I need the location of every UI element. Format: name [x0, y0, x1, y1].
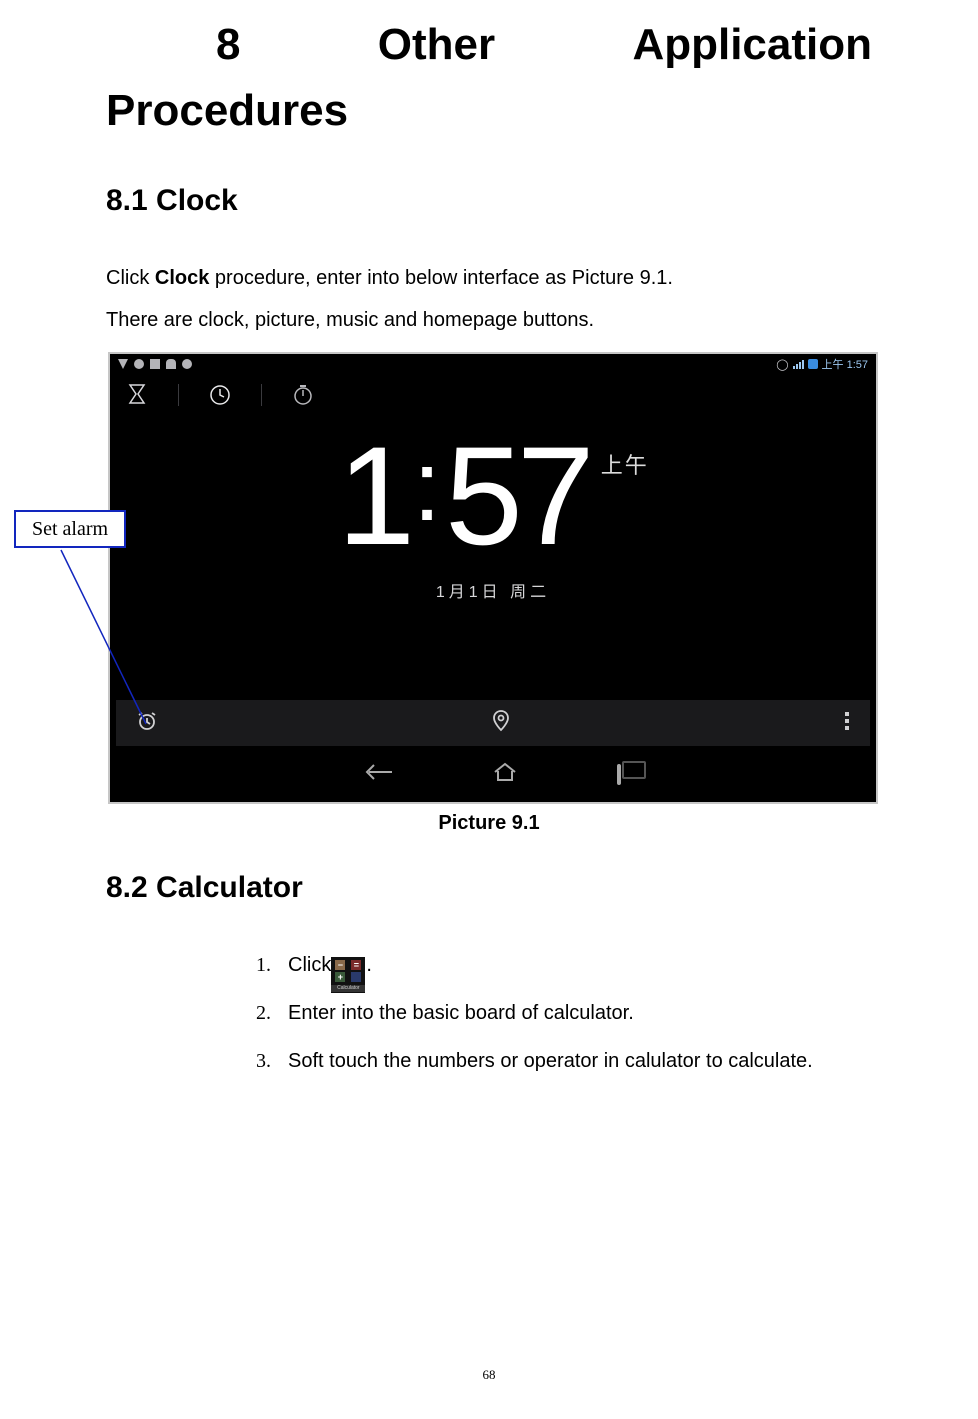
- clock-tab-icon[interactable]: [203, 378, 237, 412]
- recent-apps-icon[interactable]: [617, 766, 621, 784]
- android-nav-bar: [112, 750, 874, 800]
- signal-icon: [793, 359, 804, 369]
- clock-minute: 57: [445, 426, 589, 566]
- list-item: 2. Enter into the basic board of calcula…: [256, 993, 872, 1033]
- calculator-steps: 1. Click −= + Calculator . 2. Enter into…: [256, 945, 872, 1081]
- step-text: Click: [288, 954, 331, 976]
- step-number: 2.: [256, 993, 288, 1033]
- stopwatch-tab-icon[interactable]: [286, 378, 320, 412]
- clock-date: 1月1日 周二: [436, 578, 550, 602]
- calculator-icon-label: Calculator: [331, 985, 365, 992]
- clock-paragraph-1: Click Clock procedure, enter into below …: [106, 258, 872, 298]
- clock-hour: 1: [337, 426, 409, 566]
- status-icon: [182, 359, 192, 369]
- text-fragment: procedure, enter into below interface as…: [209, 267, 673, 289]
- list-item: 3. Soft touch the numbers or operator in…: [256, 1041, 872, 1081]
- chapter-heading-line2: Procedures: [106, 78, 872, 144]
- alarm-icon[interactable]: [136, 710, 158, 737]
- clock-paragraph-2: There are clock, picture, music and home…: [106, 300, 872, 340]
- status-icon: [150, 359, 160, 369]
- step-number: 3.: [256, 1041, 288, 1081]
- tab-separator: [261, 384, 262, 406]
- page-number: 68: [483, 1367, 496, 1383]
- android-status-bar: ◯ 上午 1:57: [112, 356, 874, 372]
- battery-icon: [808, 359, 818, 369]
- figure-screenshot: ◯ 上午 1:57: [108, 352, 878, 804]
- chapter-heading-line1: 8 Other Application: [106, 12, 872, 78]
- calculator-app-icon: −= + Calculator: [331, 957, 365, 993]
- list-item: 1. Click −= + Calculator .: [256, 945, 872, 985]
- clock-ampm: 上午: [601, 448, 649, 480]
- step-text: .: [366, 954, 372, 976]
- status-icon: [134, 359, 144, 369]
- clock-bottom-toolbar: [116, 700, 870, 746]
- clock-colon: :: [409, 426, 445, 546]
- step-number: 1.: [256, 945, 288, 985]
- headphone-icon: ◯: [776, 358, 788, 371]
- back-icon[interactable]: [365, 763, 393, 787]
- clock-time-display: 1 : 57 上午: [337, 426, 648, 566]
- status-icon: [118, 359, 128, 369]
- overflow-menu-icon[interactable]: [844, 711, 850, 736]
- clock-bold-word: Clock: [155, 267, 209, 289]
- status-icon: [166, 359, 176, 369]
- set-alarm-callout: Set alarm: [14, 510, 126, 548]
- location-icon[interactable]: [493, 710, 509, 737]
- callout-label: Set alarm: [32, 518, 108, 541]
- clock-tabs: [120, 378, 320, 412]
- chapter-word-application: Application: [632, 12, 872, 78]
- section-calculator-title: 8.2 Calculator: [106, 871, 872, 905]
- home-icon[interactable]: [493, 762, 517, 788]
- step-text: Enter into the basic board of calculator…: [288, 993, 634, 1033]
- statusbar-time: 上午 1:57: [822, 356, 868, 372]
- step-text: Soft touch the numbers or operator in ca…: [288, 1041, 813, 1081]
- chapter-word-other: Other: [378, 12, 495, 78]
- chapter-number: 8: [216, 20, 240, 69]
- section-clock-title: 8.1 Clock: [106, 184, 872, 218]
- timer-tab-icon[interactable]: [120, 378, 154, 412]
- figure-caption: Picture 9.1: [106, 812, 872, 835]
- text-fragment: Click: [106, 267, 155, 289]
- tab-separator: [178, 384, 179, 406]
